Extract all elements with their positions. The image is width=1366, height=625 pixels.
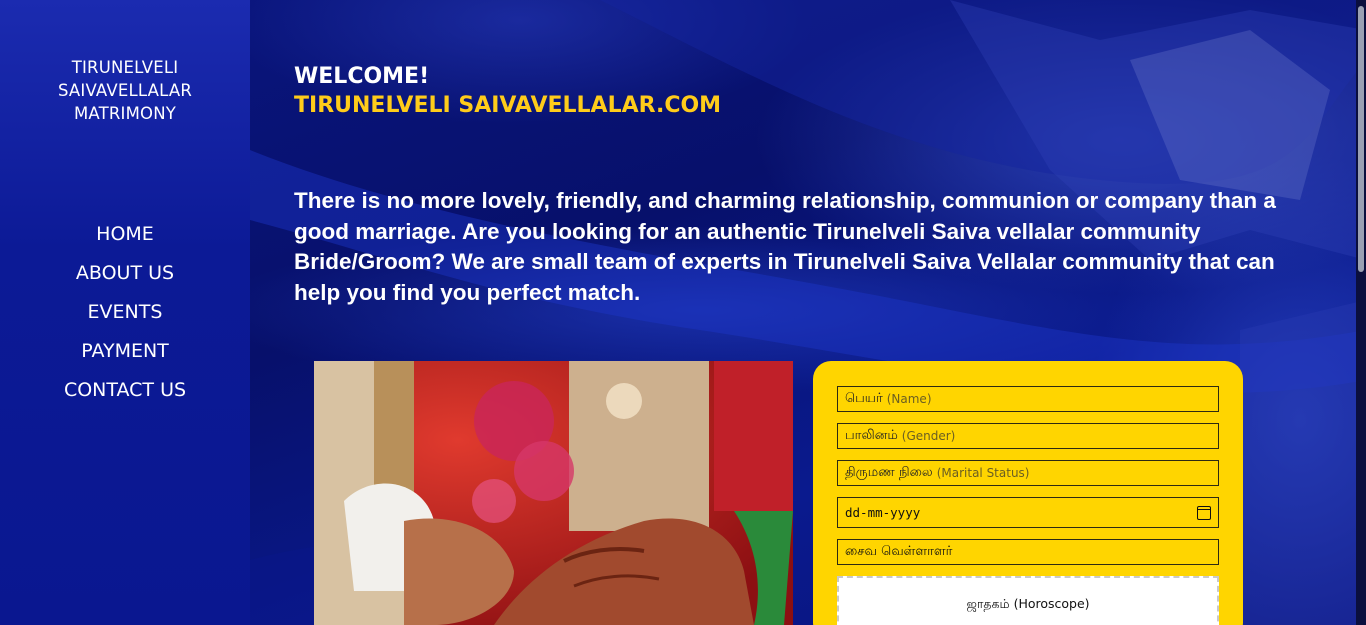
wedding-hands-photo (314, 361, 793, 625)
gender-placeholder-english: (Gender) (901, 429, 956, 443)
name-input[interactable]: பெயர் (Name) (837, 386, 1219, 412)
horoscope-upload-label: ஜாதகம் (Horoscope) (966, 596, 1090, 611)
calendar-icon[interactable] (1197, 505, 1211, 520)
caste-input[interactable]: சைவ வெள்ளாளர் (837, 539, 1219, 565)
name-placeholder-tamil: பெயர் (845, 391, 883, 406)
marital-placeholder-tamil: திருமண நிலை (845, 465, 933, 480)
nav-payment-link[interactable]: PAYMENT (0, 332, 250, 371)
gender-placeholder-tamil: பாலினம் (845, 428, 898, 443)
brand-line-2: SAIVAVELLALAR (57, 81, 193, 100)
gender-input[interactable]: பாலினம் (Gender) (837, 423, 1219, 449)
welcome-title: WELCOME! (294, 64, 430, 89)
date-of-birth-input[interactable]: dd-mm-yyyy (837, 497, 1219, 528)
registration-form: பெயர் (Name) பாலினம் (Gender) திருமண நில… (813, 361, 1243, 625)
scrollbar-thumb[interactable] (1358, 6, 1364, 272)
sidebar: TIRUNELVELI SAIVAVELLALAR MATRIMONY HOME… (0, 0, 250, 625)
nav-home-link[interactable]: HOME (0, 215, 250, 254)
brand-line-3: MATRIMONY (73, 104, 177, 123)
marital-status-input[interactable]: திருமண நிலை (Marital Status) (837, 460, 1219, 486)
site-name-heading: TIRUNELVELI SAIVAVELLALAR.COM (294, 93, 722, 118)
horoscope-upload[interactable]: ஜாதகம் (Horoscope) (837, 576, 1219, 625)
intro-paragraph: There is no more lovely, friendly, and c… (294, 188, 1276, 305)
brand-line-1: TIRUNELVELI (71, 58, 179, 77)
name-placeholder-english: (Name) (886, 392, 932, 406)
nav-contact-us-link[interactable]: CONTACT US (0, 371, 250, 410)
welcome-heading: WELCOME! TIRUNELVELI SAIVAVELLALAR.COM (294, 62, 721, 120)
date-placeholder: dd-mm-yyyy (845, 504, 921, 520)
caste-value: சைவ வெள்ளாளர் (845, 544, 953, 559)
nav-events-link[interactable]: EVENTS (0, 293, 250, 332)
nav-about-us-link[interactable]: ABOUT US (0, 254, 250, 293)
main-nav: HOME ABOUT US EVENTS PAYMENT CONTACT US (0, 215, 250, 410)
marital-placeholder-english: (Marital Status) (936, 466, 1030, 480)
page-scrollbar[interactable] (1356, 0, 1366, 625)
site-brand[interactable]: TIRUNELVELI SAIVAVELLALAR MATRIMONY (0, 56, 250, 125)
